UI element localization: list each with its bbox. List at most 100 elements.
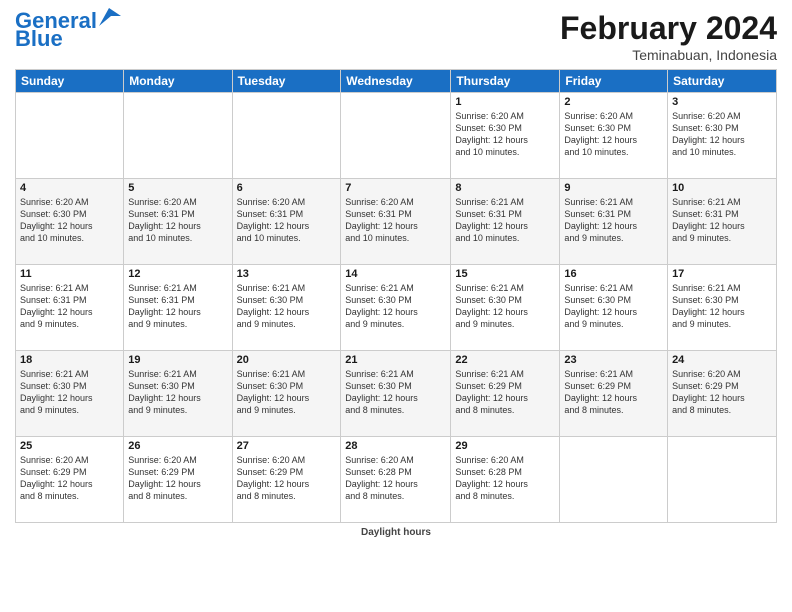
day-info: Sunrise: 6:21 AM Sunset: 6:30 PM Dayligh… xyxy=(455,282,555,331)
calendar-header-row: SundayMondayTuesdayWednesdayThursdayFrid… xyxy=(16,70,777,93)
day-number: 3 xyxy=(672,96,772,108)
calendar-day-cell xyxy=(560,437,668,523)
calendar-day-cell: 19 Sunrise: 6:21 AM Sunset: 6:30 PM Dayli… xyxy=(124,351,232,437)
calendar-week-row: 11 Sunrise: 6:21 AM Sunset: 6:31 PM Dayli… xyxy=(16,265,777,351)
day-number: 22 xyxy=(455,354,555,366)
calendar-day-cell: 4 Sunrise: 6:20 AM Sunset: 6:30 PM Daylig… xyxy=(16,179,124,265)
day-number: 17 xyxy=(672,268,772,280)
calendar-day-cell xyxy=(16,93,124,179)
calendar-day-cell: 26Sunrise: 6:20 AM Sunset: 6:29 PM Dayli… xyxy=(124,437,232,523)
day-number: 13 xyxy=(237,268,337,280)
calendar-week-row: 4 Sunrise: 6:20 AM Sunset: 6:30 PM Daylig… xyxy=(16,179,777,265)
page: General Blue February 2024 Teminabuan, I… xyxy=(0,0,792,612)
day-number: 11 xyxy=(20,268,119,280)
calendar-day-cell: 25Sunrise: 6:20 AM Sunset: 6:29 PM Dayli… xyxy=(16,437,124,523)
logo: General Blue xyxy=(15,10,121,50)
calendar-day-cell xyxy=(124,93,232,179)
calendar-week-row: 1 Sunrise: 6:20 AM Sunset: 6:30 PM Daylig… xyxy=(16,93,777,179)
title-section: February 2024 Teminabuan, Indonesia xyxy=(560,10,777,63)
day-info: Sunrise: 6:21 AM Sunset: 6:30 PM Dayligh… xyxy=(237,368,337,417)
calendar-week-row: 25Sunrise: 6:20 AM Sunset: 6:29 PM Dayli… xyxy=(16,437,777,523)
day-number: 7 xyxy=(345,182,446,194)
calendar-day-cell xyxy=(232,93,341,179)
day-info: Sunrise: 6:21 AM Sunset: 6:30 PM Dayligh… xyxy=(20,368,119,417)
day-info: Sunrise: 6:21 AM Sunset: 6:31 PM Dayligh… xyxy=(564,196,663,245)
calendar-day-cell: 14 Sunrise: 6:21 AM Sunset: 6:30 PM Dayli… xyxy=(341,265,451,351)
day-number: 2 xyxy=(564,96,663,108)
day-number: 18 xyxy=(20,354,119,366)
calendar-day-cell: 20 Sunrise: 6:21 AM Sunset: 6:30 PM Dayli… xyxy=(232,351,341,437)
calendar-day-cell: 15 Sunrise: 6:21 AM Sunset: 6:30 PM Dayli… xyxy=(451,265,560,351)
day-info: Sunrise: 6:21 AM Sunset: 6:30 PM Dayligh… xyxy=(672,282,772,331)
calendar-day-cell: 3 Sunrise: 6:20 AM Sunset: 6:30 PM Daylig… xyxy=(668,93,777,179)
calendar-day-header: Wednesday xyxy=(341,70,451,93)
day-number: 21 xyxy=(345,354,446,366)
day-info: Sunrise: 6:20 AM Sunset: 6:29 PM Dayligh… xyxy=(20,454,119,503)
day-number: 24 xyxy=(672,354,772,366)
day-number: 16 xyxy=(564,268,663,280)
calendar-day-cell: 8Sunrise: 6:21 AM Sunset: 6:31 PM Daylig… xyxy=(451,179,560,265)
logo-bird-icon xyxy=(99,8,121,26)
calendar-day-header: Tuesday xyxy=(232,70,341,93)
day-info: Sunrise: 6:20 AM Sunset: 6:31 PM Dayligh… xyxy=(345,196,446,245)
calendar-day-header: Monday xyxy=(124,70,232,93)
day-number: 12 xyxy=(128,268,227,280)
day-info: Sunrise: 6:21 AM Sunset: 6:29 PM Dayligh… xyxy=(455,368,555,417)
day-info: Sunrise: 6:20 AM Sunset: 6:30 PM Dayligh… xyxy=(455,110,555,159)
day-info: Sunrise: 6:20 AM Sunset: 6:29 PM Dayligh… xyxy=(237,454,337,503)
day-info: Sunrise: 6:21 AM Sunset: 6:30 PM Dayligh… xyxy=(564,282,663,331)
day-number: 15 xyxy=(455,268,555,280)
calendar-day-cell: 28Sunrise: 6:20 AM Sunset: 6:28 PM Dayli… xyxy=(341,437,451,523)
day-info: Sunrise: 6:21 AM Sunset: 6:31 PM Dayligh… xyxy=(20,282,119,331)
calendar-day-header: Sunday xyxy=(16,70,124,93)
day-info: Sunrise: 6:21 AM Sunset: 6:29 PM Dayligh… xyxy=(564,368,663,417)
day-number: 19 xyxy=(128,354,227,366)
day-info: Sunrise: 6:21 AM Sunset: 6:30 PM Dayligh… xyxy=(345,368,446,417)
calendar-week-row: 18 Sunrise: 6:21 AM Sunset: 6:30 PM Dayli… xyxy=(16,351,777,437)
day-info: Sunrise: 6:21 AM Sunset: 6:30 PM Dayligh… xyxy=(345,282,446,331)
day-number: 23 xyxy=(564,354,663,366)
footer-note: Daylight hours xyxy=(15,527,777,538)
day-number: 14 xyxy=(345,268,446,280)
calendar-day-cell: 9Sunrise: 6:21 AM Sunset: 6:31 PM Daylig… xyxy=(560,179,668,265)
day-info: Sunrise: 6:21 AM Sunset: 6:30 PM Dayligh… xyxy=(237,282,337,331)
calendar-day-cell: 13 Sunrise: 6:21 AM Sunset: 6:30 PM Dayli… xyxy=(232,265,341,351)
calendar-day-cell: 1 Sunrise: 6:20 AM Sunset: 6:30 PM Daylig… xyxy=(451,93,560,179)
calendar-day-cell: 16 Sunrise: 6:21 AM Sunset: 6:30 PM Dayli… xyxy=(560,265,668,351)
location-subtitle: Teminabuan, Indonesia xyxy=(560,47,777,63)
calendar-day-header: Thursday xyxy=(451,70,560,93)
logo-text-blue: Blue xyxy=(15,28,63,50)
calendar-day-cell: 24 Sunrise: 6:20 AM Sunset: 6:29 PM Dayli… xyxy=(668,351,777,437)
day-number: 20 xyxy=(237,354,337,366)
calendar-day-cell: 7 Sunrise: 6:20 AM Sunset: 6:31 PM Daylig… xyxy=(341,179,451,265)
calendar-day-cell: 27 Sunrise: 6:20 AM Sunset: 6:29 PM Dayli… xyxy=(232,437,341,523)
day-number: 1 xyxy=(455,96,555,108)
day-number: 26 xyxy=(128,440,227,452)
day-info: Sunrise: 6:20 AM Sunset: 6:31 PM Dayligh… xyxy=(237,196,337,245)
daylight-hours-label: Daylight hours xyxy=(361,527,431,538)
day-info: Sunrise: 6:20 AM Sunset: 6:28 PM Dayligh… xyxy=(345,454,446,503)
day-info: Sunrise: 6:20 AM Sunset: 6:30 PM Dayligh… xyxy=(564,110,663,159)
day-number: 4 xyxy=(20,182,119,194)
day-number: 6 xyxy=(237,182,337,194)
day-info: Sunrise: 6:20 AM Sunset: 6:31 PM Dayligh… xyxy=(128,196,227,245)
header: General Blue February 2024 Teminabuan, I… xyxy=(15,10,777,63)
calendar-day-cell: 10Sunrise: 6:21 AM Sunset: 6:31 PM Dayli… xyxy=(668,179,777,265)
calendar: SundayMondayTuesdayWednesdayThursdayFrid… xyxy=(15,69,777,523)
day-info: Sunrise: 6:21 AM Sunset: 6:31 PM Dayligh… xyxy=(128,282,227,331)
calendar-day-header: Friday xyxy=(560,70,668,93)
day-info: Sunrise: 6:21 AM Sunset: 6:30 PM Dayligh… xyxy=(128,368,227,417)
calendar-day-cell xyxy=(668,437,777,523)
calendar-day-cell: 2 Sunrise: 6:20 AM Sunset: 6:30 PM Daylig… xyxy=(560,93,668,179)
calendar-day-cell xyxy=(341,93,451,179)
month-title: February 2024 xyxy=(560,10,777,47)
day-info: Sunrise: 6:20 AM Sunset: 6:29 PM Dayligh… xyxy=(672,368,772,417)
day-info: Sunrise: 6:20 AM Sunset: 6:30 PM Dayligh… xyxy=(20,196,119,245)
day-info: Sunrise: 6:20 AM Sunset: 6:30 PM Dayligh… xyxy=(672,110,772,159)
day-number: 27 xyxy=(237,440,337,452)
calendar-day-cell: 6 Sunrise: 6:20 AM Sunset: 6:31 PM Daylig… xyxy=(232,179,341,265)
calendar-day-cell: 23 Sunrise: 6:21 AM Sunset: 6:29 PM Dayli… xyxy=(560,351,668,437)
day-info: Sunrise: 6:21 AM Sunset: 6:31 PM Dayligh… xyxy=(672,196,772,245)
calendar-day-cell: 18 Sunrise: 6:21 AM Sunset: 6:30 PM Dayli… xyxy=(16,351,124,437)
calendar-day-header: Saturday xyxy=(668,70,777,93)
